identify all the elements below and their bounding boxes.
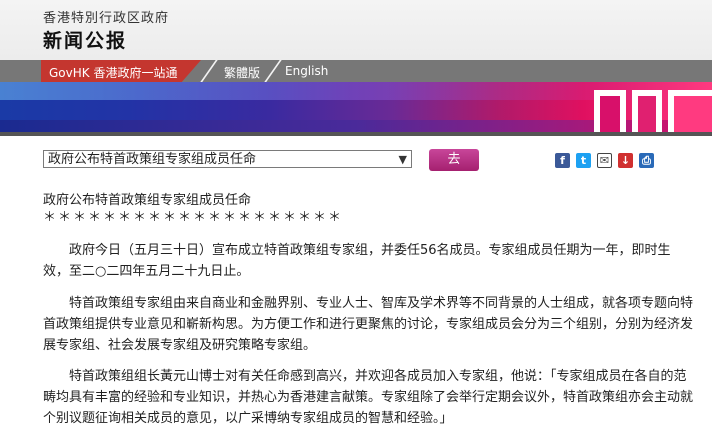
chevron-down-icon: ▼ (398, 153, 407, 166)
page-title: 新闻公报 (43, 30, 128, 52)
traditional-chinese-link[interactable]: 繁體版 (224, 64, 260, 81)
article-paragraph: 政府今日（五月三十日）宣布成立特首政策组专家组，并委任56名成员。专家组成员任期… (43, 243, 671, 279)
english-link[interactable]: English (285, 64, 328, 78)
site-header: 香港特別行政区政府 新闻公报 (0, 0, 712, 60)
download-icon[interactable]: ↓ (618, 153, 633, 168)
article-paragraph: 特首政策组组长黃元山博士对有关任命感到高兴，并欢迎各成员加入专家组，他说：「专家… (43, 369, 694, 426)
select-value: 政府公布特首政策组专家组成员任命 (48, 152, 257, 167)
title-stars: ＊＊＊＊＊＊＊＊＊＊＊＊＊＊＊＊＊＊＊＊ (43, 210, 344, 225)
press-release-select[interactable]: 政府公布特首政策组专家组成员任命 ▼ (43, 150, 412, 168)
article-paragraph: 特首政策组专家组由来自商业和金融界别、专业人士、智库及学术界等不同背景的人士组成… (43, 296, 694, 353)
site-title: 香港特別行政区政府 (43, 11, 170, 26)
twitter-icon[interactable]: t (576, 153, 591, 168)
go-button[interactable]: 去 (429, 149, 479, 171)
banner-divider (0, 132, 712, 136)
email-icon[interactable]: ✉ (597, 153, 612, 168)
govhk-link[interactable]: GovHK 香港政府一站通 (49, 64, 177, 81)
banner-image (0, 82, 712, 132)
facebook-icon[interactable]: f (555, 153, 570, 168)
print-icon[interactable]: ⎙ (639, 153, 654, 168)
